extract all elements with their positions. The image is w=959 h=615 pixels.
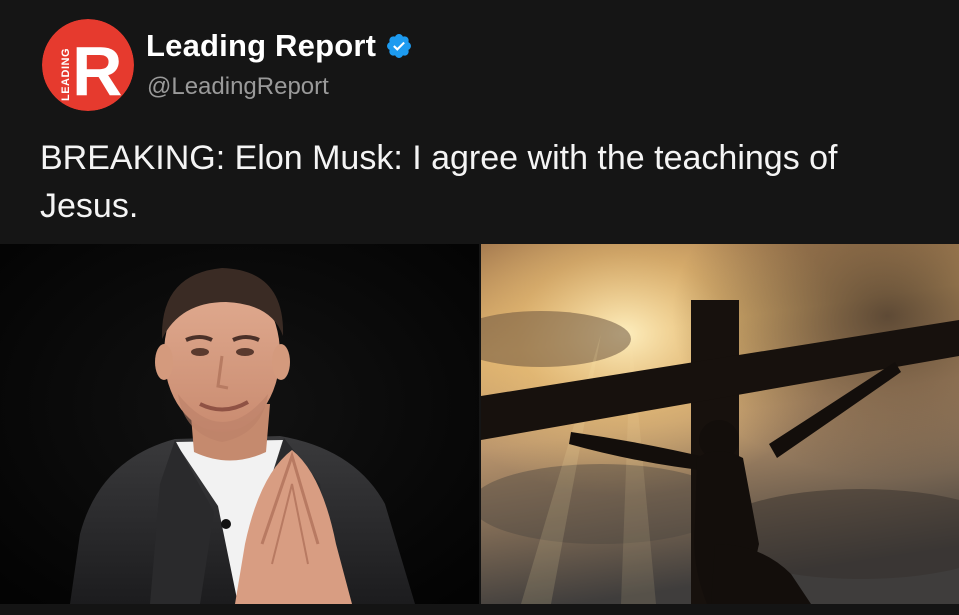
svg-text:R: R	[72, 32, 123, 110]
verified-badge-icon	[387, 34, 412, 58]
crucifix-sky-photo[interactable]	[481, 244, 959, 604]
leading-report-logo-icon: R LEADING	[42, 19, 134, 111]
display-name[interactable]: Leading Report	[146, 28, 376, 64]
post-header: R LEADING Leading Report @LeadingReport	[42, 19, 922, 111]
media-grid	[0, 244, 959, 604]
elon-musk-photo[interactable]	[0, 244, 479, 604]
avatar[interactable]: R LEADING	[42, 19, 134, 111]
svg-text:LEADING: LEADING	[60, 48, 72, 101]
crucifix-silhouette-photo-icon	[481, 244, 959, 604]
post-card: R LEADING Leading Report @LeadingReport …	[0, 0, 959, 615]
portrait-photo-icon	[0, 244, 479, 604]
bottom-divider	[0, 604, 959, 615]
account-handle[interactable]: @LeadingReport	[147, 73, 329, 101]
display-name-row: Leading Report	[146, 25, 413, 67]
post-text: BREAKING: Elon Musk: I agree with the te…	[40, 139, 838, 225]
